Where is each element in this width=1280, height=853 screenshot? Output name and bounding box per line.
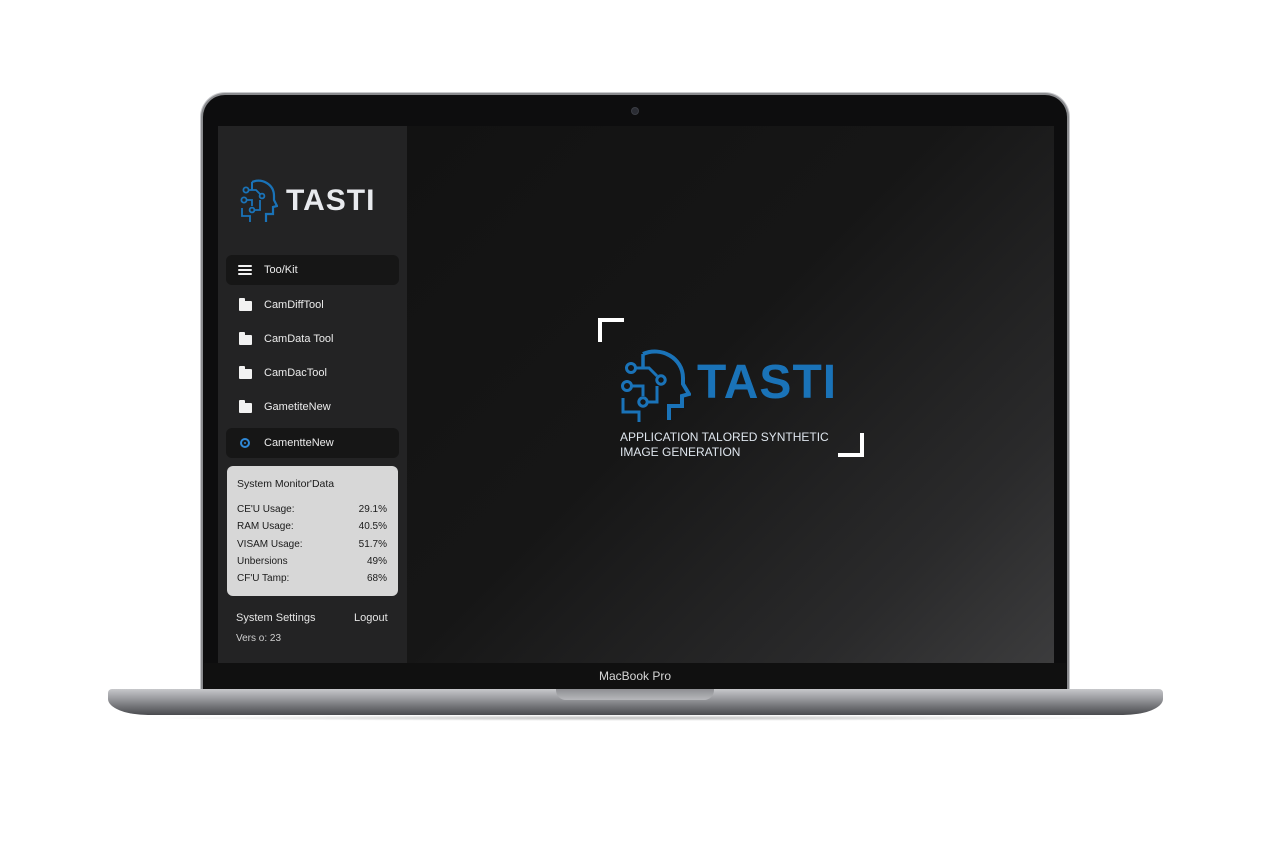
ai-head-icon — [621, 349, 691, 422]
sidebar-item-camenttenew[interactable]: CamentteNew — [226, 428, 399, 458]
monitor-row-label: Unbersions — [237, 556, 288, 567]
folder-icon — [238, 366, 252, 379]
folder-icon — [238, 400, 252, 413]
monitor-row-value: 40.5% — [358, 521, 387, 532]
device-label: MacBook Pro — [598, 669, 672, 683]
hero-brand: TASTI — [697, 356, 838, 409]
device-chin: MacBook Pro — [204, 663, 1066, 691]
main-content: TASTI APPLICATION TALORED SYNTHETIC IMAG… — [407, 126, 1054, 663]
screen: TASTI Too/Kit CamDiffTool CamData Tool C… — [218, 126, 1054, 663]
sidebar-item-gametitenew[interactable]: GametiteNew — [226, 392, 399, 422]
sidebar-item-toolkit[interactable]: Too/Kit — [226, 255, 399, 285]
sidebar-brand: TASTI — [286, 184, 376, 217]
tagline-line: IMAGE GENERATION — [620, 445, 741, 459]
monitor-row: CF'U Tamp: 68% — [237, 573, 387, 584]
sidebar-item-label: CamDacTool — [264, 367, 327, 379]
sidebar-item-camdifftool[interactable]: CamDiffTool — [226, 290, 399, 320]
sidebar-item-label: GametiteNew — [264, 401, 331, 413]
menu-icon — [238, 265, 252, 275]
circle-dot-icon — [240, 438, 250, 448]
monitor-row-value: 29.1% — [358, 504, 387, 515]
monitor-row: VISAM Usage: 51.7% — [237, 539, 387, 550]
sidebar-item-label: CamData Tool — [264, 333, 334, 345]
sidebar-logo: TASTI — [238, 176, 375, 226]
corner-bracket-bottom-right — [838, 433, 864, 457]
hero-tagline: APPLICATION TALORED SYNTHETIC IMAGE GENE… — [620, 430, 829, 460]
webcam — [632, 108, 638, 114]
corner-bracket-top-left — [598, 318, 624, 342]
folder-icon — [238, 298, 252, 311]
monitor-row: Unbersions 49% — [237, 556, 387, 567]
sidebar: TASTI Too/Kit CamDiffTool CamData Tool C… — [218, 126, 407, 663]
monitor-row-value: 49% — [366, 556, 387, 567]
sidebar-item-camdatatool[interactable]: CamData Tool — [226, 324, 399, 354]
tagline-line: APPLICATION TALORED SYNTHETIC — [620, 430, 829, 444]
sidebar-item-label: Too/Kit — [264, 264, 298, 276]
monitor-row-value: 51.7% — [358, 539, 387, 550]
sidebar-item-label: CamentteNew — [264, 437, 334, 449]
monitor-row-label: VISAM Usage: — [237, 539, 303, 550]
system-monitor-panel: System Monitor'Data CE'U Usage: 29.1% RA… — [227, 466, 398, 596]
ai-head-icon — [240, 179, 278, 222]
system-settings-link[interactable]: System Settings — [236, 612, 315, 624]
monitor-row-label: CF'U Tamp: — [237, 573, 290, 584]
laptop-shadow — [140, 715, 1130, 721]
monitor-row-label: RAM Usage: — [237, 521, 294, 532]
sidebar-item-camdactool[interactable]: CamDacTool — [226, 358, 399, 388]
monitor-title: System Monitor'Data — [237, 478, 335, 490]
monitor-row: CE'U Usage: 29.1% — [237, 504, 387, 515]
monitor-row: RAM Usage: 40.5% — [237, 521, 387, 532]
monitor-row-value: 68% — [366, 573, 387, 584]
sidebar-item-label: CamDiffTool — [264, 299, 324, 311]
logout-link[interactable]: Logout — [354, 612, 388, 624]
folder-icon — [238, 332, 252, 345]
monitor-row-label: CE'U Usage: — [237, 504, 295, 515]
version-label: Vers o: 23 — [236, 633, 282, 644]
laptop-notch — [556, 689, 714, 700]
